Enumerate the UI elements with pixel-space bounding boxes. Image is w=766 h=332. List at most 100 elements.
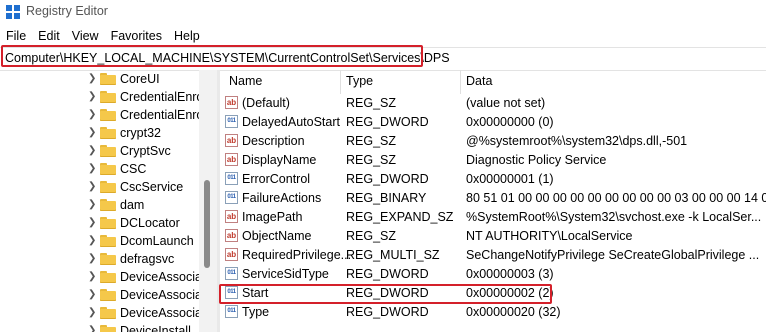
value-row[interactable]: 011 FailureActions REG_BINARY 80 51 01 00 0… (221, 189, 766, 208)
folder-icon (100, 199, 116, 211)
value-name: Type (242, 305, 270, 319)
value-type: REG_DWORD (346, 115, 429, 129)
tree-item[interactable]: ❯ DeviceInstall (0, 322, 200, 332)
value-data: Diagnostic Policy Service (466, 153, 607, 167)
tree-item-label: DeviceInstall (120, 324, 191, 332)
binary-value-icon: 011 (225, 115, 238, 128)
chevron-right-icon[interactable]: ❯ (88, 325, 98, 332)
value-row[interactable]: 011 DelayedAutoStart REG_DWORD 0x00000000 (… (221, 113, 766, 132)
value-name: DelayedAutoStart (242, 115, 340, 129)
string-value-icon: ab (225, 96, 238, 109)
string-value-icon: ab (225, 210, 238, 223)
chevron-right-icon[interactable]: ❯ (88, 253, 98, 265)
value-row[interactable]: ab (Default) REG_SZ (value not set) (221, 94, 766, 113)
column-header-data[interactable]: Data (466, 70, 492, 92)
column-divider[interactable] (460, 70, 461, 94)
value-data: 0x00000002 (2) (466, 286, 554, 300)
value-row[interactable]: ab DisplayName REG_SZ Diagnostic Policy Ser… (221, 151, 766, 170)
tree-item-label: DCLocator (120, 216, 180, 230)
tree-item-label: CredentialEnro (120, 90, 204, 104)
tree-item[interactable]: ❯ DeviceAssocia (0, 286, 202, 305)
value-row[interactable]: ab RequiredPrivilege... REG_MULTI_SZ SeChan… (221, 246, 766, 265)
folder-icon (100, 307, 116, 319)
tree-item-label: DcomLaunch (120, 234, 194, 248)
value-name: ObjectName (242, 229, 312, 243)
string-value-icon: ab (225, 153, 238, 166)
column-divider[interactable] (340, 70, 341, 94)
binary-value-icon: 011 (225, 191, 238, 204)
menu-help[interactable]: Help (168, 27, 206, 45)
folder-icon (100, 325, 116, 332)
tree-item-label: DeviceAssocia (120, 306, 202, 320)
chevron-right-icon[interactable]: ❯ (88, 199, 98, 211)
tree-item[interactable]: ❯ CryptSvc (0, 142, 200, 161)
tree-item[interactable]: ❯ DCLocator (0, 214, 200, 233)
chevron-right-icon[interactable]: ❯ (88, 91, 98, 103)
folder-icon (100, 235, 116, 247)
tree-item[interactable]: ❯ CSC (0, 160, 200, 179)
tree-item[interactable]: ❯ DeviceAssocia (0, 304, 202, 323)
chevron-right-icon[interactable]: ❯ (88, 289, 98, 301)
tree-scrollbar[interactable] (199, 70, 217, 332)
chevron-right-icon[interactable]: ❯ (88, 127, 98, 139)
menu-file[interactable]: File (0, 27, 32, 45)
value-row[interactable]: 011 ErrorControl REG_DWORD 0x00000001 (1) (221, 170, 766, 189)
window-title: Registry Editor (26, 4, 108, 18)
value-row[interactable]: 011 ServiceSidType REG_DWORD 0x00000003 (3) (221, 265, 766, 284)
tree-item[interactable]: ❯ DeviceAssocia (0, 268, 202, 287)
tree-item-label: CscService (120, 180, 184, 194)
value-name: RequiredPrivilege... (242, 248, 352, 262)
value-row[interactable]: 011 Start REG_DWORD 0x00000002 (2) (221, 284, 766, 303)
tree-item[interactable]: ❯ CredentialEnro (0, 88, 204, 107)
tree-item[interactable]: ❯ DcomLaunch (0, 232, 200, 251)
chevron-right-icon[interactable]: ❯ (88, 181, 98, 193)
value-row[interactable]: 011 Type REG_DWORD 0x00000020 (32) (221, 303, 766, 322)
tree-item[interactable]: ❯ crypt32 (0, 124, 200, 143)
value-row[interactable]: ab ObjectName REG_SZ NT AUTHORITY\LocalServ… (221, 227, 766, 246)
address-bar[interactable]: Computer\HKEY_LOCAL_MACHINE\SYSTEM\Curre… (0, 47, 766, 71)
value-type: REG_SZ (346, 96, 397, 110)
chevron-right-icon[interactable]: ❯ (88, 163, 98, 175)
tree-item[interactable]: ❯ defragsvc (0, 250, 200, 269)
value-name: (Default) (242, 96, 290, 110)
chevron-right-icon[interactable]: ❯ (88, 271, 98, 283)
chevron-right-icon[interactable]: ❯ (88, 145, 98, 157)
column-header-name[interactable]: Name (229, 70, 262, 92)
chevron-right-icon[interactable]: ❯ (88, 307, 98, 319)
chevron-right-icon[interactable]: ❯ (88, 217, 98, 229)
menu-view[interactable]: View (66, 27, 105, 45)
string-value-icon: ab (225, 248, 238, 261)
value-name: Description (242, 134, 305, 148)
tree-item[interactable]: ❯ CscService (0, 178, 200, 197)
value-row[interactable]: ab ImagePath REG_EXPAND_SZ %SystemRoot%\Sys… (221, 208, 766, 227)
key-tree: ❯ CoreUI ❯ CredentialEnro ❯ CredentialEnro ❯ cr… (0, 70, 208, 332)
tree-item-label: defragsvc (120, 252, 175, 266)
chevron-right-icon[interactable]: ❯ (88, 235, 98, 247)
folder-icon (100, 217, 116, 229)
value-name: ServiceSidType (242, 267, 329, 281)
tree-item-label: CSC (120, 162, 147, 176)
tree-item[interactable]: ❯ CoreUI (0, 70, 200, 89)
address-path[interactable]: Computer\HKEY_LOCAL_MACHINE\SYSTEM\Curre… (5, 51, 450, 65)
value-type: REG_SZ (346, 153, 397, 167)
column-header-type[interactable]: Type (346, 70, 373, 92)
chevron-right-icon[interactable]: ❯ (88, 73, 98, 85)
folder-icon (100, 181, 116, 193)
value-data: 0x00000020 (32) (466, 305, 561, 319)
tree-item[interactable]: ❯ CredentialEnro (0, 106, 203, 125)
value-type: REG_BINARY (346, 191, 427, 205)
chevron-right-icon[interactable]: ❯ (88, 109, 98, 121)
scrollbar-thumb[interactable] (204, 180, 210, 268)
value-data: NT AUTHORITY\LocalService (466, 229, 633, 243)
value-type: REG_SZ (346, 134, 397, 148)
folder-icon (100, 289, 116, 301)
value-type: REG_SZ (346, 229, 397, 243)
tree-item-label: CryptSvc (120, 144, 171, 158)
tree-item-label: DeviceAssocia (120, 288, 202, 302)
pane-splitter[interactable] (217, 70, 220, 332)
tree-item[interactable]: ❯ dam (0, 196, 200, 215)
binary-value-icon: 011 (225, 286, 238, 299)
value-row[interactable]: ab Description REG_SZ @%systemroot%\system3… (221, 132, 766, 151)
menu-favorites[interactable]: Favorites (105, 27, 168, 45)
menu-edit[interactable]: Edit (32, 27, 66, 45)
